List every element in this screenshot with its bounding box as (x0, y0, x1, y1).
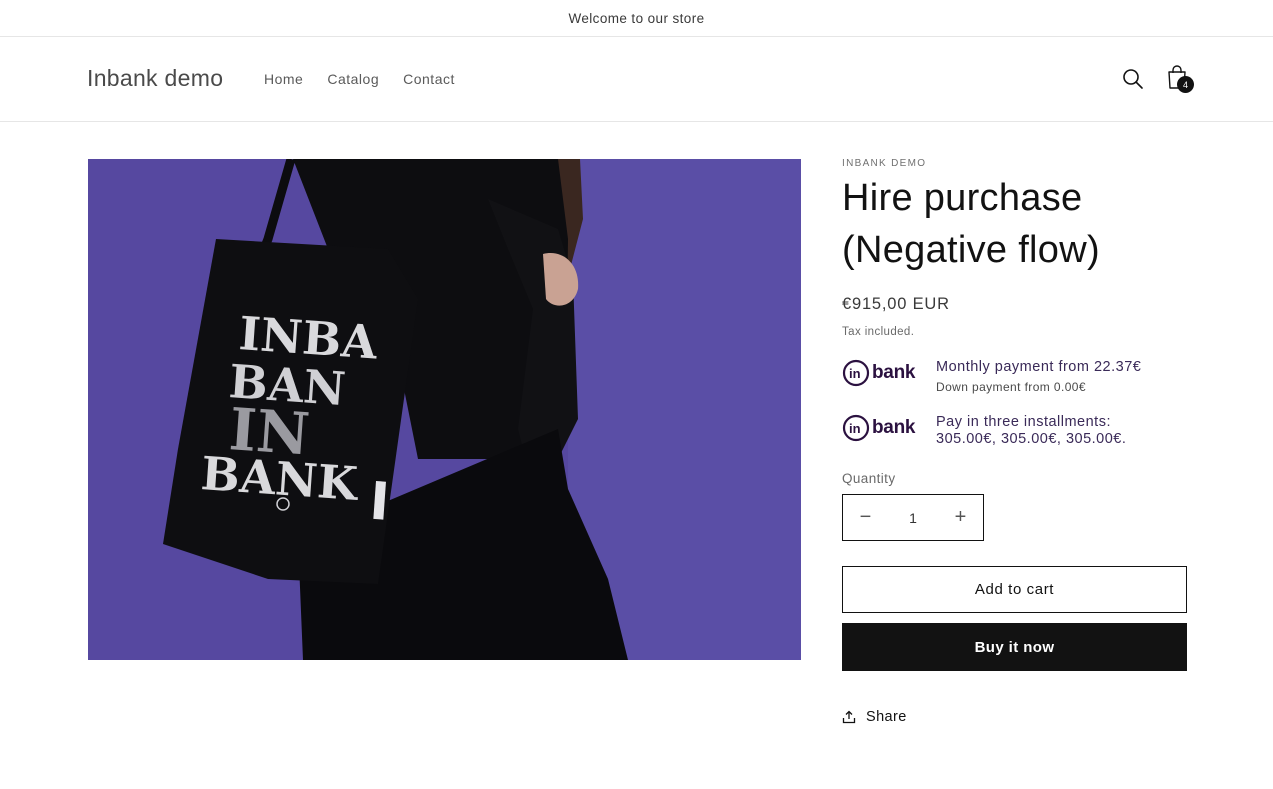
svg-text:in: in (849, 366, 861, 381)
nav-contact[interactable]: Contact (403, 71, 455, 87)
product-price: €915,00 EUR (842, 295, 950, 313)
plus-icon: + (954, 506, 967, 528)
product-image[interactable]: INBA BAN IN BANK (88, 159, 801, 660)
svg-text:in: in (849, 421, 861, 436)
quantity-increase-button[interactable]: + (938, 495, 983, 540)
inbank-in-icon: in (842, 414, 870, 442)
inbank-monthly-offer[interactable]: in bank Monthly payment from 22.37€ Down… (842, 359, 1187, 394)
share-button[interactable]: Share (842, 709, 922, 725)
nav-home[interactable]: Home (264, 71, 303, 87)
product-title-line-2: (Negative flow) (842, 229, 1100, 271)
inbank-in-icon: in (842, 359, 870, 387)
down-payment-text: Down payment from 0.00€ (936, 380, 1086, 394)
announcement-text: Welcome to our store (568, 10, 705, 26)
announcement-bar: Welcome to our store (0, 0, 1273, 37)
quantity-input[interactable] (889, 497, 937, 538)
monthly-payment-text: Monthly payment from 22.37€ (936, 359, 1142, 375)
search-button[interactable] (1120, 66, 1146, 92)
inbank-logo-text: bank (872, 362, 916, 383)
product-title-line-1: Hire purchase (842, 177, 1083, 219)
cart-count-badge: 4 (1177, 76, 1194, 93)
product-info: INBANK DEMO Hire purchase (Negative flow… (842, 155, 1187, 725)
inbank-installments-offer[interactable]: in bank Pay in three installments: 305.0… (842, 414, 1187, 448)
share-icon (842, 710, 856, 724)
inbank-logo: in bank (842, 414, 918, 442)
share-label: Share (866, 709, 907, 725)
product-title: Hire purchase (Negative flow) (842, 172, 1187, 276)
quantity-label: Quantity (842, 471, 896, 486)
installments-text-line-1: Pay in three installments: (936, 414, 1111, 430)
installments-text-line-2: 305.00€, 305.00€, 305.00€. (936, 431, 1127, 447)
add-to-cart-button[interactable]: Add to cart (842, 566, 1187, 613)
quantity-stepper: − + (842, 494, 984, 541)
inbank-logo-text: bank (872, 417, 916, 438)
quantity-decrease-button[interactable]: − (843, 495, 888, 540)
product-vendor: INBANK DEMO (842, 158, 927, 169)
inbank-logo: in bank (842, 359, 918, 387)
main-nav: Home Catalog Contact (264, 71, 455, 87)
minus-icon: − (859, 506, 872, 528)
nav-catalog[interactable]: Catalog (327, 71, 379, 87)
buy-now-button[interactable]: Buy it now (842, 623, 1187, 671)
tax-note: Tax included. (842, 326, 915, 338)
bag-print-line-4: BANK (199, 446, 361, 511)
brand-logo-link[interactable]: Inbank demo (87, 65, 223, 92)
tote-bag-photo: INBA BAN IN BANK (88, 159, 801, 660)
search-icon (1123, 69, 1143, 89)
site-header: Inbank demo Home Catalog Contact 4 (0, 37, 1273, 122)
